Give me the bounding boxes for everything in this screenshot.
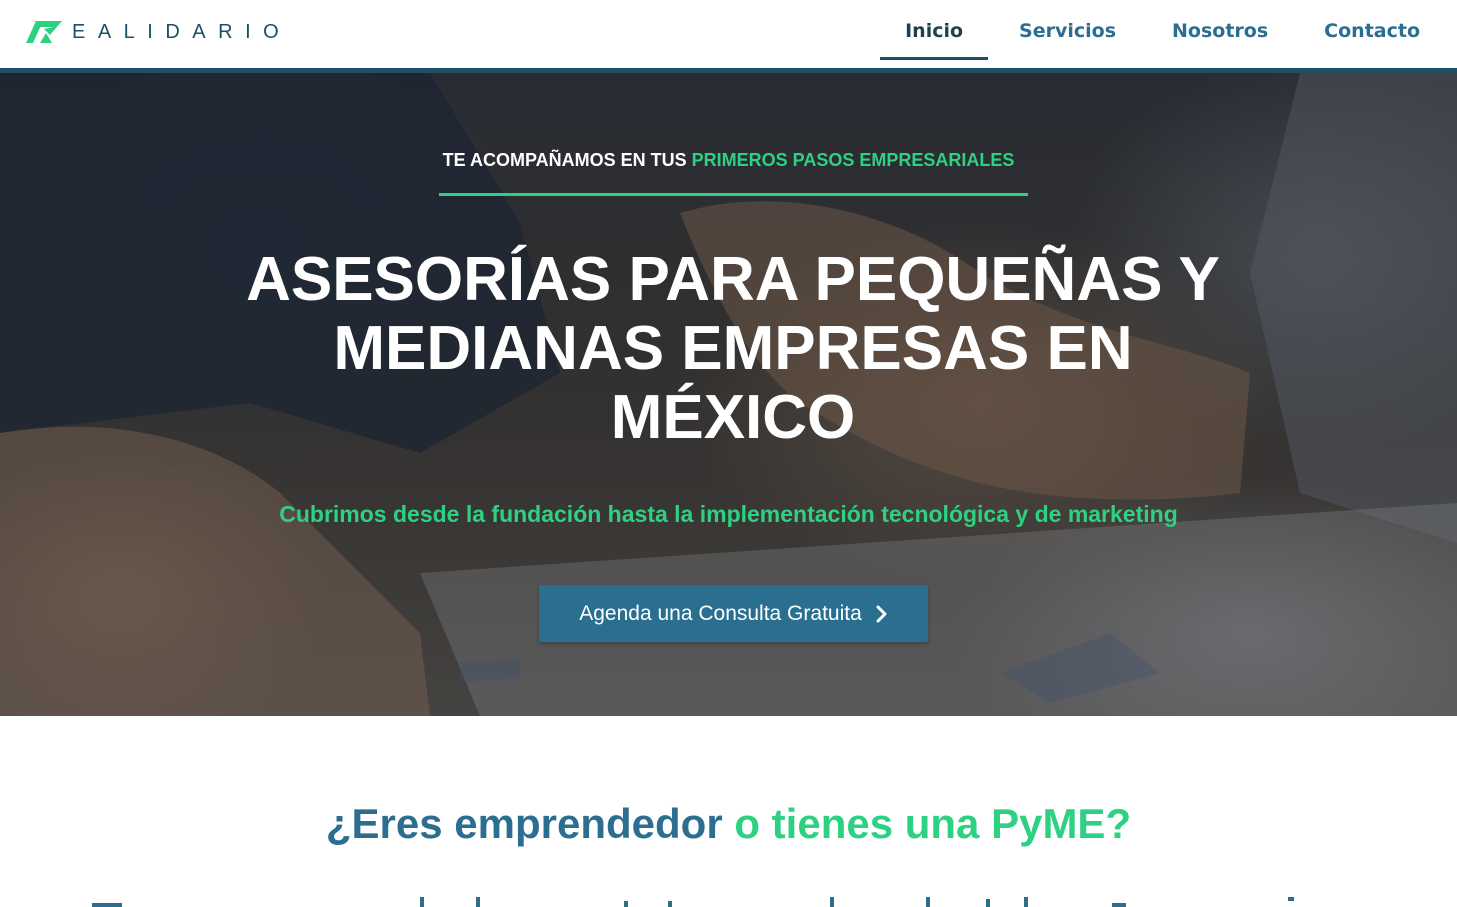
clipped-text-tops [92,897,1294,907]
schedule-consultation-button[interactable]: Agenda una Consulta Gratuita [539,585,928,642]
hero-eyebrow-underline [439,193,1028,196]
nav-item-servicios[interactable]: Servicios [994,0,1141,62]
nav-item-inicio[interactable]: Inicio [880,0,988,62]
hero-eyebrow-prefix: TE ACOMPAÑAMOS EN TUS [442,150,692,170]
section-title: ¿Eres emprendedor o tienes una PyME? [0,800,1457,848]
section-title-prefix: ¿Eres emprendedor [325,800,735,847]
hero-eyebrow: TE ACOMPAÑAMOS EN TUS PRIMEROS PASOS EMP… [0,150,1457,171]
nav-item-contacto[interactable]: Contacto [1299,0,1445,62]
logo-icon [26,21,62,43]
hero-title: ASESORÍAS PARA PEQUEÑAS Y MEDIANAS EMPRE… [228,245,1238,452]
logo[interactable]: EALIDARIO [26,19,291,45]
cta-label: Agenda una Consulta Gratuita [579,601,862,625]
nav-item-nosotros[interactable]: Nosotros [1147,0,1293,62]
chevron-right-icon [876,605,887,622]
hero-subtitle: Cubrimos desde la fundación hasta la imp… [279,501,1178,527]
hero-title-line-2: MEDIANAS EMPRESAS EN [333,314,1133,383]
hero-title-line-3: MÉXICO [610,383,856,452]
section-title-accent: o tienes una PyME? [734,800,1132,847]
hero-section: TE ACOMPAÑAMOS EN TUS PRIMEROS PASOS EMP… [0,73,1457,716]
site-header: EALIDARIO Inicio Servicios Nosotros Cont… [0,0,1457,68]
hero-eyebrow-accent: PRIMEROS PASOS EMPRESARIALES [691,150,1015,170]
logo-text: EALIDARIO [72,21,292,43]
section-body-text-clipped [90,893,1390,907]
main-nav: Inicio Servicios Nosotros Contacto [874,0,1445,62]
hero-title-line-1: ASESORÍAS PARA PEQUEÑAS Y [246,245,1220,314]
